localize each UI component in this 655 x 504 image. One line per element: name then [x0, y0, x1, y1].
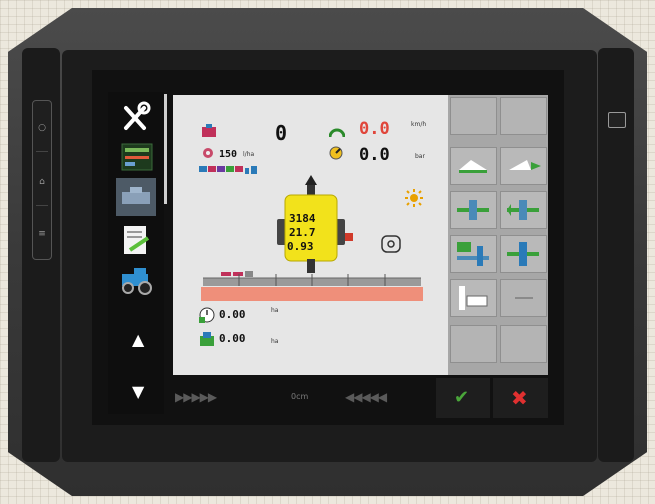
softkey-empty[interactable]: [500, 97, 547, 135]
key-divider: [36, 151, 48, 152]
scroll-up-button[interactable]: ▲: [120, 326, 160, 356]
brand-logo: [608, 112, 626, 128]
sprayer-readout-line3: 0.93: [287, 240, 314, 253]
pressure-value: 0.0: [359, 145, 390, 165]
arrow-down-icon: ▼: [132, 382, 145, 401]
speed-icon: [328, 123, 346, 138]
area-value: 0.00: [219, 308, 246, 321]
spray-coverage-bar: [201, 287, 423, 301]
implement-icon[interactable]: [116, 178, 156, 216]
softkey-empty[interactable]: [450, 97, 497, 135]
check-icon: ✔: [454, 387, 470, 408]
task-document-icon[interactable]: [116, 220, 156, 258]
shift-right-indicator: ◀◀◀◀◀: [345, 390, 387, 404]
right-side-strip: [598, 48, 634, 462]
close-icon: ✖: [511, 386, 528, 410]
left-nav: [108, 92, 164, 414]
tractor-icon[interactable]: [116, 260, 156, 298]
distance-unit: ha: [271, 338, 279, 345]
rate-value: 150: [219, 149, 238, 160]
main-work-screen: 0 0.0 km/h 150 l/ha 0.0 bar 3184 21.7 0.…: [173, 95, 448, 375]
key-divider: [36, 205, 48, 206]
tank-value: 0: [275, 121, 288, 145]
home-icon[interactable]: ⌂: [37, 177, 47, 187]
pressure-icon: [329, 145, 343, 160]
boom-unfold-button[interactable]: [500, 147, 547, 185]
auto-section-button[interactable]: [450, 235, 497, 273]
sprayer-readout-line2: 21.7: [289, 226, 316, 239]
boom-marker-icons: [221, 263, 255, 277]
speed-value: 0.0: [359, 119, 390, 139]
field-area-icon: [199, 331, 215, 347]
cancel-button[interactable]: ✖: [493, 378, 548, 418]
softkey-disabled[interactable]: [500, 279, 547, 317]
section-status-icons: [199, 163, 269, 177]
tools-icon[interactable]: [116, 98, 156, 136]
rate-unit: l/ha: [243, 151, 255, 158]
scroll-down-button[interactable]: ▼: [120, 378, 160, 408]
area-unit: ha: [271, 307, 279, 314]
confirm-button[interactable]: ✔: [436, 378, 490, 418]
menu-icon[interactable]: ≡: [37, 229, 47, 239]
rate-icon: [201, 145, 215, 159]
section-left-button[interactable]: [450, 191, 497, 229]
bottom-status-bar: ▶▶▶▶▶ 0cm ◀◀◀◀◀: [173, 378, 431, 418]
manual-section-button[interactable]: [500, 235, 547, 273]
sprayer-view-icon[interactable]: [116, 138, 156, 176]
boom-sections: [203, 273, 421, 287]
power-icon[interactable]: ○: [37, 123, 47, 133]
pressure-unit: bar: [415, 153, 425, 160]
area-icon: [199, 307, 215, 323]
sprayer-graphic: [269, 175, 353, 275]
distance-value: 0.00: [219, 332, 246, 345]
sprayer-readout-line1: 3184: [289, 212, 316, 225]
softkey-panel: [448, 95, 548, 375]
shift-left-indicator: ▶▶▶▶▶: [175, 390, 217, 404]
gps-status-icon[interactable]: [381, 235, 401, 253]
softkey-empty[interactable]: [450, 325, 497, 363]
nav-scrollbar[interactable]: [164, 94, 167, 204]
section-right-button[interactable]: [500, 191, 547, 229]
softkey-empty[interactable]: [500, 325, 547, 363]
boom-fold-button[interactable]: [450, 147, 497, 185]
offset-label: 0cm: [291, 392, 309, 401]
tank-icon: [201, 123, 217, 137]
hardkey-panel: ○ ⌂ ≡: [32, 100, 52, 260]
implement-settings-button[interactable]: [450, 279, 497, 317]
sun-icon: [405, 189, 423, 207]
arrow-up-icon: ▲: [132, 330, 145, 349]
speed-unit: km/h: [411, 121, 427, 128]
